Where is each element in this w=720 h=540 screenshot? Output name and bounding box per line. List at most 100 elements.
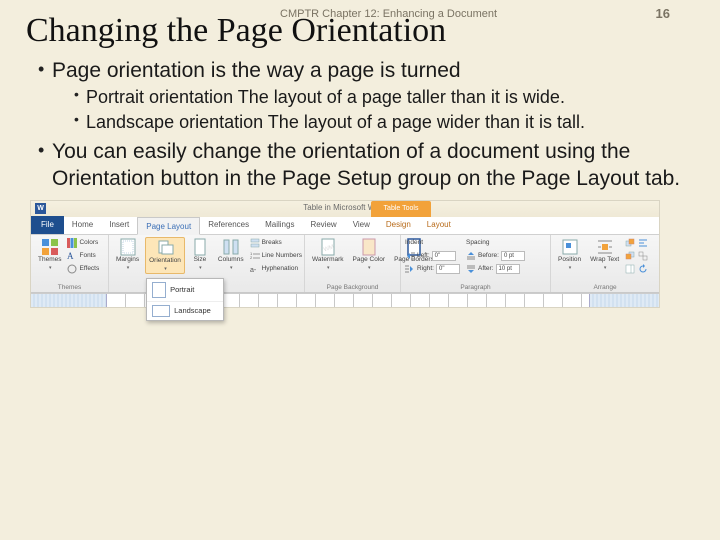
tab-mailings[interactable]: Mailings [257, 216, 302, 234]
colors-button[interactable]: Colors [67, 237, 99, 249]
indent-header: Indent [405, 237, 460, 249]
selection-pane-icon [625, 264, 635, 274]
indent-left-icon [405, 251, 415, 261]
wrap-text-button[interactable]: Wrap Text ▾ [587, 237, 622, 272]
group-button[interactable] [638, 250, 648, 262]
spacing-before[interactable]: Before: 0 pt [466, 250, 525, 262]
chevron-down-icon: ▾ [127, 265, 130, 271]
tab-insert[interactable]: Insert [101, 216, 137, 234]
size-button[interactable]: Size ▾ [188, 237, 212, 272]
page-number: 16 [656, 6, 670, 21]
group-themes: Themes ▾ Colors A Fonts Effects [31, 235, 109, 292]
indent-right-icon [405, 264, 415, 274]
word-ribbon-screenshot: W Table in Microsoft Word Table Tools Fi… [30, 200, 660, 308]
group-icon [638, 251, 648, 261]
send-backward-icon [625, 251, 635, 261]
ribbon-body: Themes ▾ Colors A Fonts Effects [31, 235, 659, 293]
rotate-icon [638, 264, 648, 274]
group-paragraph-label: Paragraph [405, 284, 546, 291]
svg-text:a-: a- [250, 267, 257, 274]
tab-file[interactable]: File [31, 216, 64, 234]
tab-review[interactable]: Review [302, 216, 344, 234]
indent-left[interactable]: Left: 0" [405, 250, 460, 262]
selection-pane-button[interactable] [625, 263, 635, 275]
titlebar: W Table in Microsoft Word Table Tools [31, 201, 659, 217]
effects-icon [67, 264, 77, 274]
spacing-after-value[interactable]: 10 pt [496, 264, 520, 274]
wrap-icon [596, 238, 614, 256]
margins-icon [119, 238, 137, 256]
chevron-down-icon: ▾ [199, 265, 202, 271]
bullet-1: Page orientation is the way a page is tu… [38, 58, 692, 133]
line-numbers-icon: 12 [250, 251, 260, 261]
fonts-icon: A [67, 251, 77, 261]
svg-text:A: A [67, 251, 74, 261]
indent-right-value[interactable]: 0" [436, 264, 460, 274]
group-page-background: WM Watermark ▾ Page Color ▾ Page Borders… [305, 235, 401, 292]
group-arrange-label: Arrange [555, 284, 655, 291]
spacing-header: Spacing [466, 237, 525, 249]
columns-button[interactable]: Columns ▾ [215, 237, 247, 272]
themes-label: Themes [38, 257, 61, 264]
position-button[interactable]: Position ▾ [555, 237, 584, 272]
chevron-down-icon: ▾ [164, 266, 167, 272]
orientation-button[interactable]: Orientation ▾ Portrait Landscape [145, 237, 185, 274]
watermark-button[interactable]: WM Watermark ▾ [309, 237, 347, 272]
indent-right[interactable]: Right: 0" [405, 263, 460, 275]
line-numbers-button[interactable]: 12 Line Numbers [250, 250, 302, 262]
tab-references[interactable]: References [200, 216, 257, 234]
chevron-down-icon: ▾ [49, 265, 52, 271]
chevron-down-icon: ▾ [230, 265, 233, 271]
chapter-label: CMPTR Chapter 12: Enhancing a Document [280, 8, 497, 20]
group-paragraph: Indent Left: 0" Right: 0" Spacing [401, 235, 551, 292]
columns-icon [222, 238, 240, 256]
group-arrange: Position ▾ Wrap Text ▾ [551, 235, 659, 292]
page-color-button[interactable]: Page Color ▾ [350, 237, 389, 272]
chevron-down-icon: ▾ [368, 265, 371, 271]
effects-button[interactable]: Effects [67, 263, 99, 275]
spacing-before-value[interactable]: 0 pt [501, 251, 525, 261]
watermark-icon: WM [319, 238, 337, 256]
content-area: Page orientation is the way a page is tu… [0, 58, 720, 192]
hyphenation-icon: a- [250, 264, 260, 274]
orientation-dropdown: Portrait Landscape [146, 278, 224, 321]
hyphenation-button[interactable]: a- Hyphenation [250, 263, 302, 275]
margins-button[interactable]: Margins ▾ [113, 237, 142, 272]
chevron-down-icon: ▾ [569, 265, 572, 271]
ruler [31, 293, 659, 307]
bullet-2: You can easily change the orientation of… [38, 139, 692, 192]
tab-layout[interactable]: Layout [419, 216, 459, 234]
landscape-icon [152, 305, 170, 317]
ruler-left-margin [31, 294, 107, 307]
tab-view[interactable]: View [345, 216, 378, 234]
group-page-bg-label: Page Background [309, 284, 396, 291]
group-page-setup: Margins ▾ Orientation ▾ Portrait [109, 235, 305, 292]
chevron-down-icon: ▾ [604, 265, 607, 271]
group-themes-label: Themes [35, 284, 104, 291]
spacing-after[interactable]: After: 10 pt [466, 263, 525, 275]
bring-forward-icon [625, 238, 635, 248]
bullet-1-text: Page orientation is the way a page is tu… [52, 59, 461, 82]
fonts-button[interactable]: A Fonts [67, 250, 99, 262]
breaks-icon [250, 238, 260, 248]
tab-design[interactable]: Design [378, 216, 419, 234]
align-icon [638, 238, 648, 248]
word-app-icon: W [35, 203, 46, 214]
rotate-button[interactable] [638, 263, 648, 275]
chevron-down-icon: ▾ [327, 265, 330, 271]
themes-button[interactable]: Themes ▾ [35, 237, 64, 272]
send-backward-button[interactable] [625, 250, 635, 262]
breaks-button[interactable]: Breaks [250, 237, 302, 249]
align-button[interactable] [638, 237, 648, 249]
tab-page-layout[interactable]: Page Layout [137, 217, 200, 235]
portrait-icon [152, 282, 166, 298]
orientation-landscape[interactable]: Landscape [147, 301, 223, 320]
size-icon [191, 238, 209, 256]
bullet-1b: Landscape orientation The layout of a pa… [74, 111, 692, 134]
bring-forward-button[interactable] [625, 237, 635, 249]
tab-home[interactable]: Home [64, 216, 101, 234]
orientation-portrait[interactable]: Portrait [147, 279, 223, 301]
colors-icon [67, 238, 77, 248]
ribbon-tabs: File Home Insert Page Layout References … [31, 217, 659, 235]
indent-left-value[interactable]: 0" [432, 251, 456, 261]
